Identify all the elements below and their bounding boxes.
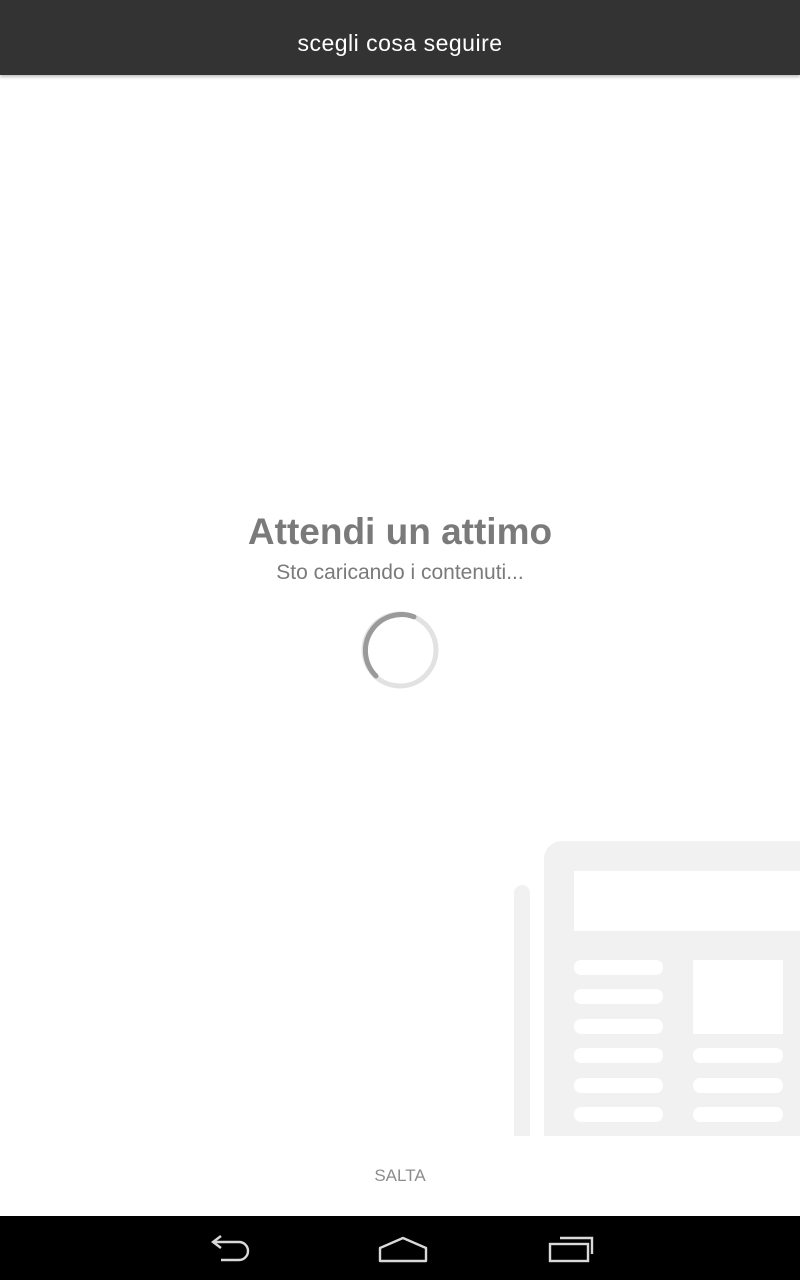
back-button[interactable] <box>185 1216 275 1280</box>
skip-button[interactable]: SALTA <box>340 1160 460 1192</box>
app-bar-title: scegli cosa seguire <box>297 30 503 56</box>
back-icon <box>211 1235 250 1262</box>
home-icon <box>378 1236 428 1263</box>
home-button[interactable] <box>355 1216 445 1280</box>
recent-apps-button[interactable] <box>526 1216 616 1280</box>
newspaper-icon <box>500 835 800 1151</box>
loading-title: Attendi un attimo <box>247 511 553 552</box>
loading-subtitle: Sto caricando i contenuti... <box>276 561 524 584</box>
recent-apps-icon <box>548 1236 594 1263</box>
loading-spinner <box>360 610 440 690</box>
app-bar: scegli cosa seguire <box>0 0 800 75</box>
system-nav-bar <box>0 1216 800 1280</box>
screen: scegli cosa seguire Attendi un attimo St… <box>0 0 800 1280</box>
